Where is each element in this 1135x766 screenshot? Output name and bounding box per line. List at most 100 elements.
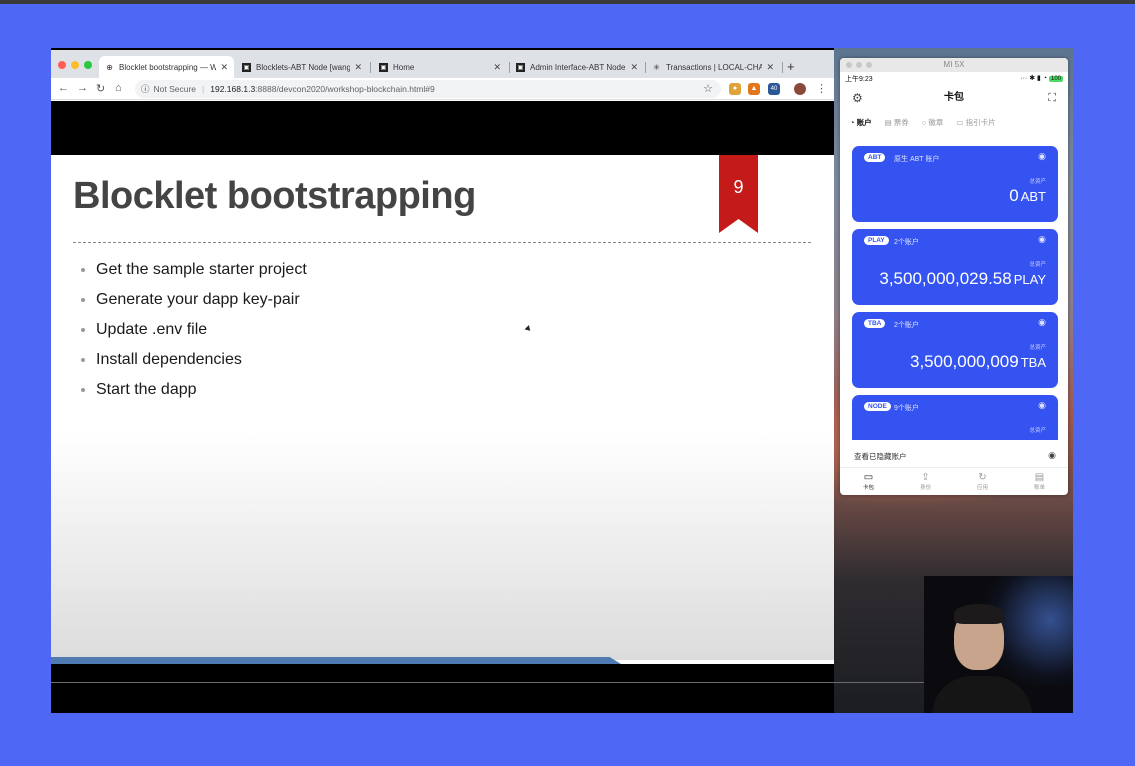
home-icon[interactable]: ⌂: [115, 82, 122, 94]
presenter-hair: [954, 604, 1004, 624]
address-bar[interactable]: ⓘ Not Secure | 192.168.1.3 :8888/devcon2…: [135, 80, 721, 98]
account-card-play[interactable]: PLAY 2个账户 ◉ 总资产 3,500,000,029.58 PLAY: [852, 229, 1058, 305]
amount-value: 0: [1009, 186, 1019, 205]
eye-icon[interactable]: ◉: [1038, 151, 1046, 162]
amount-unit: PLAY: [1013, 272, 1046, 287]
maximize-window-button[interactable]: [84, 61, 92, 69]
amount-unit: ABT: [1020, 189, 1046, 204]
account-card-tba[interactable]: TBA 2个账户 ◉ 总资产 3,500,000,009 TBA: [852, 312, 1058, 388]
amount-unit: TBA: [1020, 355, 1046, 370]
tab-transactions[interactable]: ✳ Transactions | LOCAL-CHAI ✕: [646, 56, 780, 78]
token-badge: NODE: [864, 402, 891, 411]
browser-toolbar: ← → ↻ ⌂ ⓘ Not Secure | 192.168.1.3 :8888…: [51, 78, 834, 100]
reload-icon[interactable]: ↻: [96, 82, 105, 95]
bookmark-star-icon[interactable]: ☆: [703, 82, 713, 95]
maximize-window-button[interactable]: [866, 62, 872, 68]
menu-icon[interactable]: ⋮: [816, 82, 827, 95]
status-icons: ··· ✱ ▮ ◔ 100: [1020, 75, 1063, 82]
close-tab-icon[interactable]: ✕: [220, 62, 228, 73]
top-strip: [0, 0, 1135, 4]
metamask-icon[interactable]: ▲: [748, 83, 760, 95]
account-card-node[interactable]: NODE 9个账户 ◉ 总资产: [852, 395, 1058, 440]
total-assets-label: 总资产: [1029, 262, 1046, 268]
close-tab-icon[interactable]: ✕: [766, 62, 774, 73]
eye-icon[interactable]: ◉: [1048, 450, 1056, 461]
nav-identity[interactable]: ⇪ 身份: [920, 472, 931, 491]
close-tab-icon[interactable]: ✕: [493, 62, 501, 73]
bullet-dot: [81, 388, 85, 392]
phone-window-titlebar: MI 5X: [840, 58, 1068, 72]
tab-home[interactable]: ▣ Home ✕: [373, 56, 507, 78]
account-amount: 3,500,000,029.58 PLAY: [879, 269, 1046, 289]
account-card-abt[interactable]: ABT 原生 ABT 账户 ◉ 总资产 0 ABT: [852, 146, 1058, 222]
token-badge: PLAY: [864, 236, 889, 245]
scan-icon[interactable]: ⛶: [1048, 84, 1056, 112]
slide-title: Blocklet bootstrapping: [73, 175, 476, 217]
eye-icon[interactable]: ◉: [1038, 317, 1046, 328]
account-subtitle: 原生 ABT 账户: [894, 156, 940, 163]
bullet-text: Start the dapp: [96, 381, 197, 398]
hidden-accounts-label: 查看已隐藏账户: [854, 452, 907, 461]
tab-tickets[interactable]: ▤ 票券: [885, 117, 909, 128]
minimize-window-button[interactable]: [856, 62, 862, 68]
tab-guide-cards[interactable]: ▭ 指引卡片: [956, 117, 995, 128]
amount-value: 3,500,000,029.58: [879, 269, 1012, 288]
loading-icon: ✳: [653, 62, 660, 72]
tab-accounts[interactable]: ◔ 账户: [850, 117, 872, 128]
hidden-accounts-row[interactable]: 查看已隐藏账户 ◉: [840, 450, 1068, 465]
bills-icon: ▤: [1034, 472, 1045, 483]
close-tab-icon[interactable]: ✕: [630, 62, 638, 73]
forward-icon[interactable]: →: [77, 82, 88, 94]
back-icon[interactable]: ←: [58, 82, 69, 94]
slide-progress-bar: [51, 657, 621, 664]
nav-wallet[interactable]: ▭ 卡包: [863, 472, 874, 491]
security-label: Not Secure: [153, 84, 197, 94]
eye-icon[interactable]: ◉: [1038, 234, 1046, 245]
new-tab-button[interactable]: +: [787, 59, 795, 74]
info-icon[interactable]: ⓘ: [141, 83, 150, 95]
nav-label: 身份: [919, 485, 931, 491]
account-subtitle: 9个账户: [894, 405, 919, 412]
tab-label: 徽章: [928, 117, 944, 127]
phone-status-bar: 上午9:23 ··· ✱ ▮ ◔ 100: [840, 72, 1068, 84]
eye-icon[interactable]: ◉: [1038, 400, 1046, 411]
tab-bar: ⊕ Blocklet bootstrapping — W ✕ ▣ Blockle…: [51, 50, 834, 78]
minimize-window-button[interactable]: [71, 61, 79, 69]
apps-icon: ↻: [978, 472, 987, 483]
app-title: 卡包: [944, 92, 964, 103]
tab-admin-interface[interactable]: ▣ Admin Interface-ABT Node ✕: [510, 56, 644, 78]
address-separator: |: [202, 84, 205, 94]
tab-label: 指引卡片: [965, 117, 996, 127]
token-badge: TBA: [864, 319, 886, 328]
tab-blocklet-bootstrapping[interactable]: ⊕ Blocklet bootstrapping — W ✕: [99, 56, 234, 78]
globe-icon: ⊕: [106, 62, 113, 72]
wallet-icon: ▭: [863, 472, 874, 483]
url-path: :8888/devcon2020/workshop-blockchain.htm…: [255, 84, 435, 94]
close-tab-icon[interactable]: ✕: [354, 62, 362, 73]
slide-number: 9: [733, 177, 744, 197]
profile-avatar[interactable]: [794, 83, 806, 95]
extension-icon[interactable]: ●: [729, 83, 741, 95]
total-assets-label: 总资产: [1029, 428, 1046, 434]
nav-label: 账单: [1033, 485, 1045, 491]
tab-badges[interactable]: ○ 徽章: [922, 117, 944, 128]
nav-bills[interactable]: ▤ 账单: [1034, 472, 1045, 491]
tab-label: 票券: [893, 117, 909, 127]
abt-node-icon: ▣: [242, 62, 251, 72]
nav-apps[interactable]: ↻ 应用: [977, 472, 988, 491]
nav-label: 应用: [976, 485, 988, 491]
close-window-button[interactable]: [58, 61, 66, 69]
extension-badge-icon[interactable]: 40: [768, 83, 780, 95]
account-amount: 3,500,000,009 TBA: [910, 352, 1046, 372]
wallet-app-bar: ⚙ 卡包 ⛶: [840, 84, 1068, 112]
bullet-dot: [81, 268, 85, 272]
close-window-button[interactable]: [846, 62, 852, 68]
status-time: 上午9:23: [845, 76, 873, 83]
battery-indicator: 100: [1048, 76, 1063, 82]
tab-separator: [782, 62, 783, 73]
bullet-dot: [81, 358, 85, 362]
presentation-slide: Blocklet bootstrapping 9 Get the sample …: [51, 155, 834, 660]
settings-gear-icon[interactable]: ⚙: [852, 84, 863, 112]
tab-blocklets-abt-node[interactable]: ▣ Blocklets-ABT Node [wangs ✕: [236, 56, 368, 78]
bullet-list: Get the sample starter project Generate …: [81, 255, 307, 405]
